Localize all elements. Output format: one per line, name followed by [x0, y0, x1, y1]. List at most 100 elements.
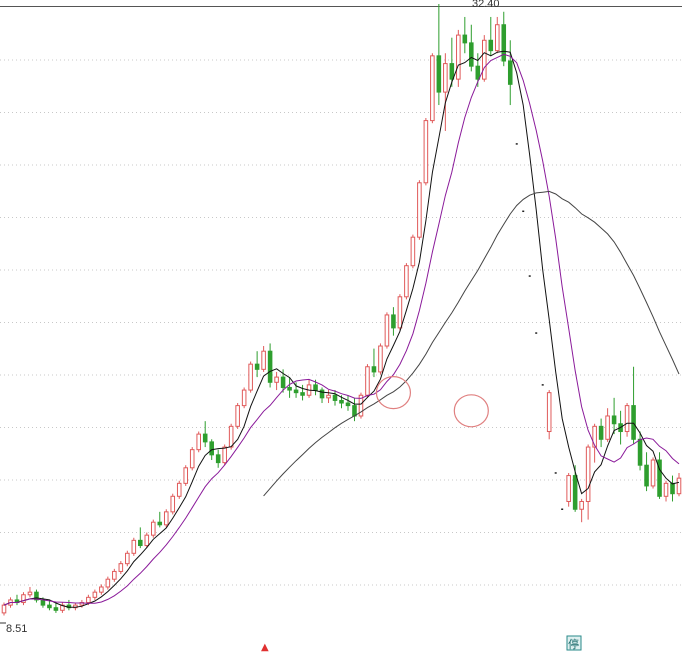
- candle-down: [47, 604, 52, 609]
- ma-short-line: [3, 50, 680, 608]
- candle-down: [202, 433, 208, 443]
- moving-averages: [3, 50, 680, 608]
- candle-down: [611, 415, 617, 425]
- candle-up: [248, 363, 253, 391]
- candle-down: [339, 399, 344, 404]
- candle-down: [644, 464, 649, 487]
- candle-down: [40, 599, 46, 606]
- candle-up: [410, 236, 416, 267]
- candle-up: [663, 482, 669, 497]
- candle-up: [163, 511, 169, 526]
- candle-down: [475, 65, 481, 80]
- candle-up: [183, 467, 189, 484]
- candle-down: [267, 350, 273, 383]
- candle-down: [371, 366, 377, 373]
- candle-down: [598, 425, 604, 440]
- ma-long-line: [263, 190, 680, 497]
- candle-up: [605, 415, 610, 440]
- candle-up: [150, 521, 156, 536]
- candle-down: [631, 405, 636, 440]
- candle-up: [92, 591, 98, 598]
- candle-up: [397, 296, 403, 329]
- low-price-label: 8.51: [6, 623, 27, 635]
- candle-up: [222, 446, 227, 464]
- candle-down: [572, 475, 578, 510]
- candle-down: [391, 314, 396, 329]
- candle-down: [280, 376, 286, 388]
- high-price-label: 32.40: [472, 0, 500, 10]
- candle-down: [53, 607, 59, 611]
- candle-up: [676, 477, 682, 495]
- candle-up: [144, 534, 150, 547]
- candle-down: [157, 521, 163, 526]
- candle-up: [1, 604, 7, 614]
- candle-down: [254, 363, 260, 370]
- candle-up: [423, 120, 429, 184]
- candle-down: [507, 60, 513, 85]
- candle-up: [170, 495, 176, 513]
- candle-up: [378, 345, 383, 373]
- candle-up: [566, 475, 571, 502]
- candle-up: [365, 366, 370, 396]
- candle-down: [352, 405, 357, 417]
- svg-text:▲: ▲: [261, 642, 269, 653]
- candle-up: [118, 563, 124, 572]
- candle-down: [215, 454, 221, 464]
- candle-up: [241, 389, 247, 407]
- candle-up: [624, 405, 630, 433]
- candlestick-chart: 32.40 8.51 ▲ 停: [0, 0, 682, 653]
- candle-up: [650, 459, 656, 487]
- candle-up: [592, 425, 597, 448]
- candle-up: [105, 578, 111, 588]
- candle-up: [228, 425, 234, 448]
- candle-up: [27, 591, 33, 596]
- candle-up: [546, 392, 552, 433]
- candle-up: [131, 539, 137, 554]
- candle-down: [319, 389, 325, 399]
- candle-up: [125, 552, 130, 565]
- candle-up: [384, 314, 390, 347]
- candle-up: [261, 350, 266, 370]
- candles: [1, 4, 682, 616]
- candle-up: [235, 405, 240, 427]
- candle-up: [417, 182, 422, 238]
- candle-down: [293, 389, 299, 394]
- candle-down: [345, 402, 351, 407]
- candle-up: [99, 586, 104, 593]
- candle-up: [404, 265, 409, 298]
- candle-down: [313, 384, 318, 391]
- candle-up: [494, 24, 500, 52]
- candle-down: [436, 55, 442, 93]
- limit-up-marker-icon: ▲: [261, 642, 269, 653]
- ma-mid-line: [3, 53, 680, 606]
- candle-up: [585, 446, 591, 502]
- candle-down: [501, 24, 507, 62]
- candle-down: [469, 42, 474, 67]
- candle-down: [300, 392, 305, 396]
- candle-down: [637, 438, 643, 466]
- candle-up: [112, 570, 117, 580]
- candle-up: [482, 39, 487, 80]
- candle-up: [430, 55, 435, 122]
- candle-down: [449, 63, 455, 80]
- candle-down: [670, 482, 675, 495]
- candle-down: [209, 441, 214, 456]
- candle-down: [332, 394, 338, 401]
- candle-down: [287, 386, 292, 391]
- candle-up: [443, 63, 448, 93]
- candle-down: [488, 39, 494, 52]
- candle-up: [189, 449, 195, 469]
- candle-up: [326, 394, 331, 399]
- annotation-circle: [375, 376, 412, 410]
- annotation-circle: [453, 394, 489, 428]
- candle-up: [196, 433, 201, 451]
- candle-up: [86, 596, 91, 604]
- candle-up: [456, 34, 461, 80]
- svg-text:停: 停: [568, 637, 579, 651]
- candle-up: [274, 376, 279, 383]
- candle-down: [462, 34, 468, 44]
- annotation-circles: [375, 376, 489, 428]
- candle-up: [579, 500, 584, 510]
- suspension-marker-icon: 停: [566, 635, 582, 651]
- candle-down: [138, 539, 143, 547]
